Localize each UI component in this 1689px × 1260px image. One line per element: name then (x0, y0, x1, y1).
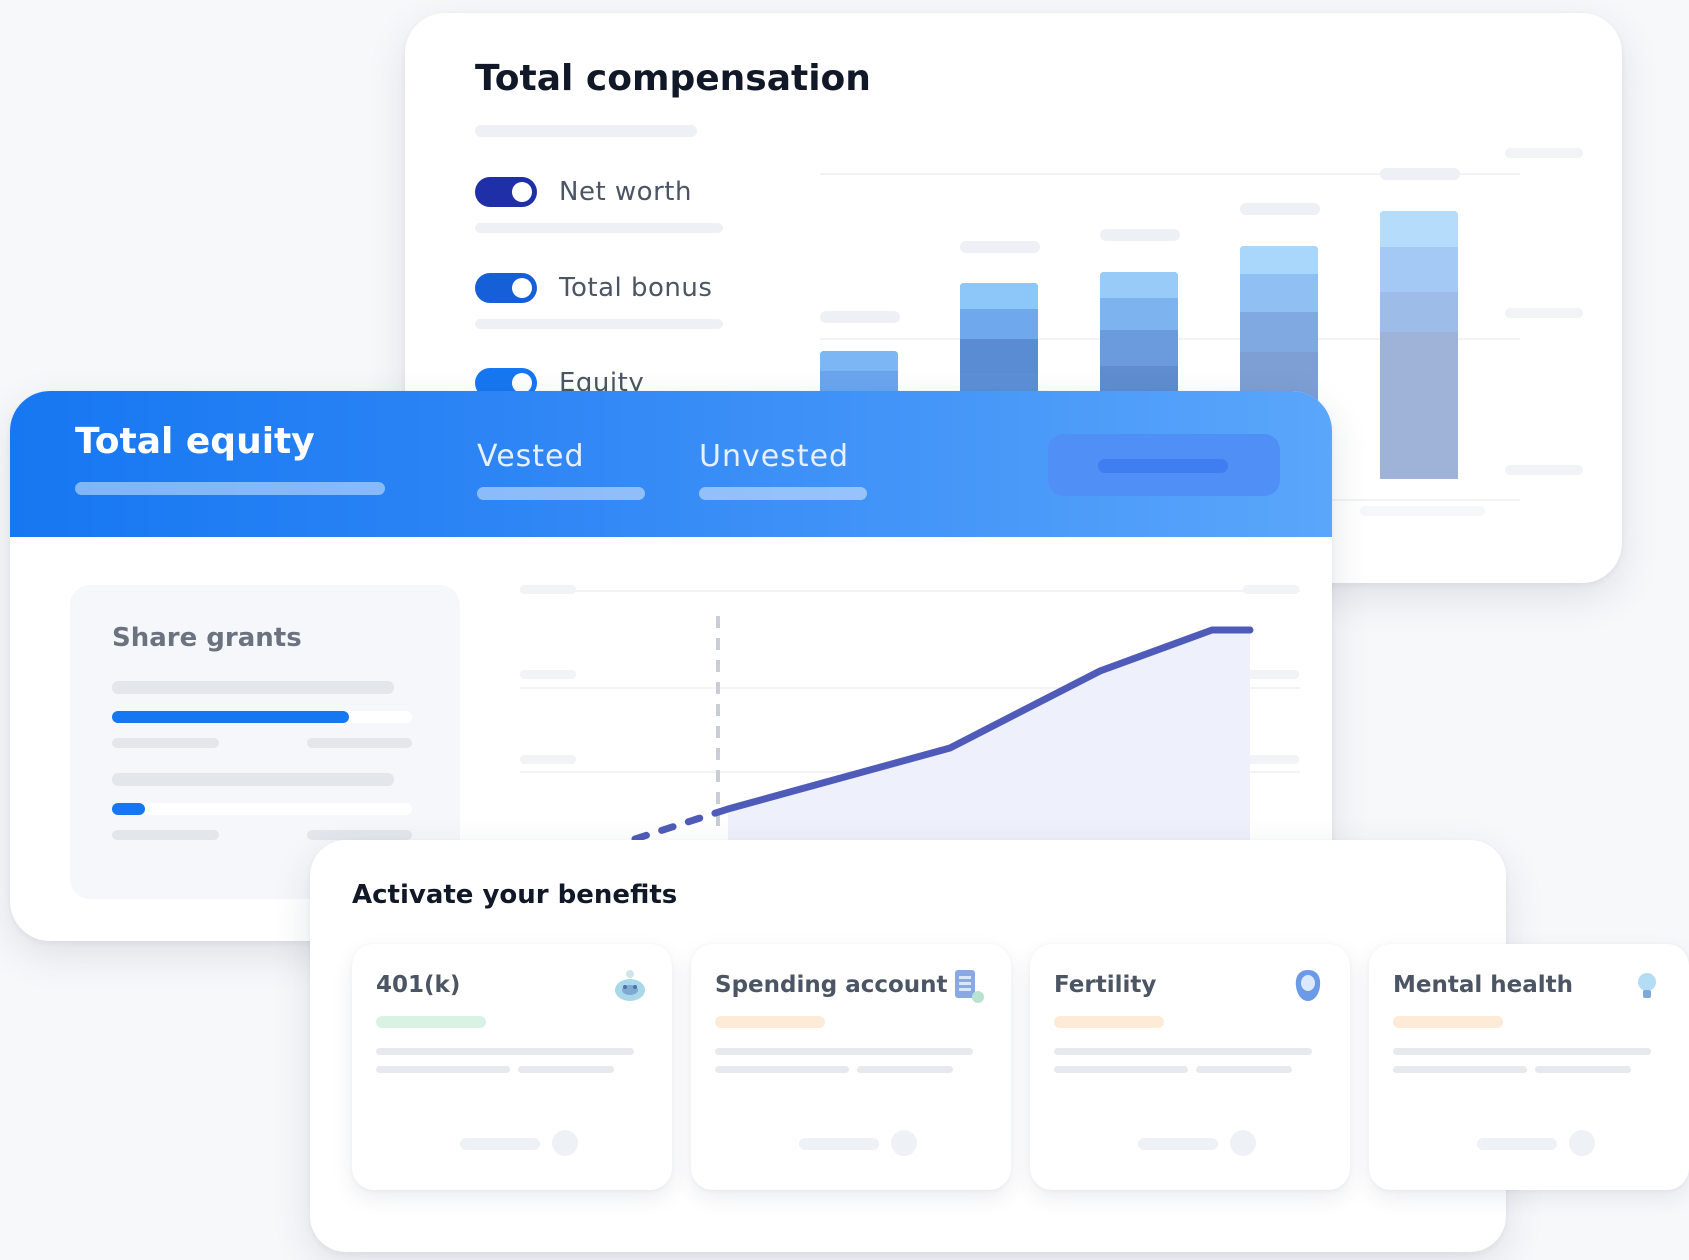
placeholder-line (715, 1066, 849, 1073)
benefit-label: Spending account (715, 972, 948, 998)
benefit-card-spending-account[interactable]: Spending account (691, 944, 1011, 1190)
toggle-row-total-bonus[interactable]: Total bonus (475, 271, 712, 305)
benefit-card-fertility[interactable]: Fertility (1030, 944, 1350, 1190)
bar-label-placeholder (820, 311, 900, 323)
benefits-card: Activate your benefits 401(k) Spending a… (310, 840, 1689, 1252)
placeholder-line (1393, 1048, 1651, 1055)
benefit-label: Mental health (1393, 972, 1574, 998)
placeholder-pill (799, 1138, 879, 1150)
placeholder-line (376, 1048, 634, 1055)
bar-label-placeholder (1100, 229, 1180, 241)
toggle-row-net-worth[interactable]: Net worth (475, 175, 692, 209)
placeholder-pill (460, 1138, 540, 1150)
placeholder-bar (475, 223, 723, 233)
piggy-bank-icon (615, 970, 645, 1001)
benefit-label: 401(k) (376, 972, 461, 998)
axis-label-placeholder (1505, 308, 1583, 318)
placeholder-bar (475, 319, 723, 329)
receipt-icon (955, 970, 984, 1003)
axis-label-placeholder (1360, 506, 1485, 516)
placeholder-line (376, 1066, 510, 1073)
benefits-title: Activate your benefits (352, 880, 678, 910)
benefit-status-tag (376, 1016, 486, 1028)
placeholder-line (1054, 1066, 1188, 1073)
axis-label-placeholder (1243, 670, 1299, 679)
axis-label-placeholder (1243, 755, 1299, 764)
axis-label-placeholder (520, 585, 576, 594)
equity-history-dashed-line (631, 805, 732, 843)
placeholder-line (1054, 1048, 1312, 1055)
lightbulb-icon (1638, 973, 1656, 998)
axis-label-placeholder (520, 670, 576, 679)
placeholder-line (857, 1066, 953, 1073)
bar-label-placeholder (1240, 203, 1320, 215)
placeholder-line (518, 1066, 614, 1073)
total-bonus-toggle[interactable] (475, 273, 537, 303)
placeholder-line (715, 1048, 973, 1055)
net-worth-label: Net worth (559, 177, 692, 207)
net-worth-toggle[interactable] (475, 177, 537, 207)
placeholder-pill (1477, 1138, 1557, 1150)
placeholder-dot (552, 1130, 578, 1156)
placeholder-line (1196, 1066, 1292, 1073)
placeholder-line (1393, 1066, 1527, 1073)
total-bonus-label: Total bonus (559, 273, 713, 303)
benefit-status-tag (1393, 1016, 1503, 1028)
benefit-card-mental-health[interactable]: Mental health (1369, 944, 1689, 1190)
placeholder-pill (1138, 1138, 1218, 1150)
placeholder-dot (1230, 1130, 1256, 1156)
axis-label-placeholder (1505, 465, 1583, 475)
benefit-status-tag (1054, 1016, 1164, 1028)
compensation-title: Total compensation (475, 58, 871, 99)
chart-bar (1380, 211, 1458, 479)
benefit-label: Fertility (1054, 972, 1157, 998)
benefit-status-tag (715, 1016, 825, 1028)
placeholder-dot (1569, 1130, 1595, 1156)
placeholder-line (1535, 1066, 1631, 1073)
placeholder-dot (891, 1130, 917, 1156)
fertility-icon (1295, 970, 1321, 1001)
bar-label-placeholder (960, 241, 1040, 253)
benefit-card-401k[interactable]: 401(k) (352, 944, 672, 1190)
equity-area-fill (728, 630, 1250, 851)
axis-label-placeholder (520, 755, 576, 764)
bar-label-placeholder (1380, 168, 1460, 180)
axis-label-placeholder (1243, 585, 1299, 594)
chart-bar (1240, 246, 1318, 411)
axis-label-placeholder (1505, 148, 1583, 158)
title-placeholder-bar (475, 125, 697, 137)
